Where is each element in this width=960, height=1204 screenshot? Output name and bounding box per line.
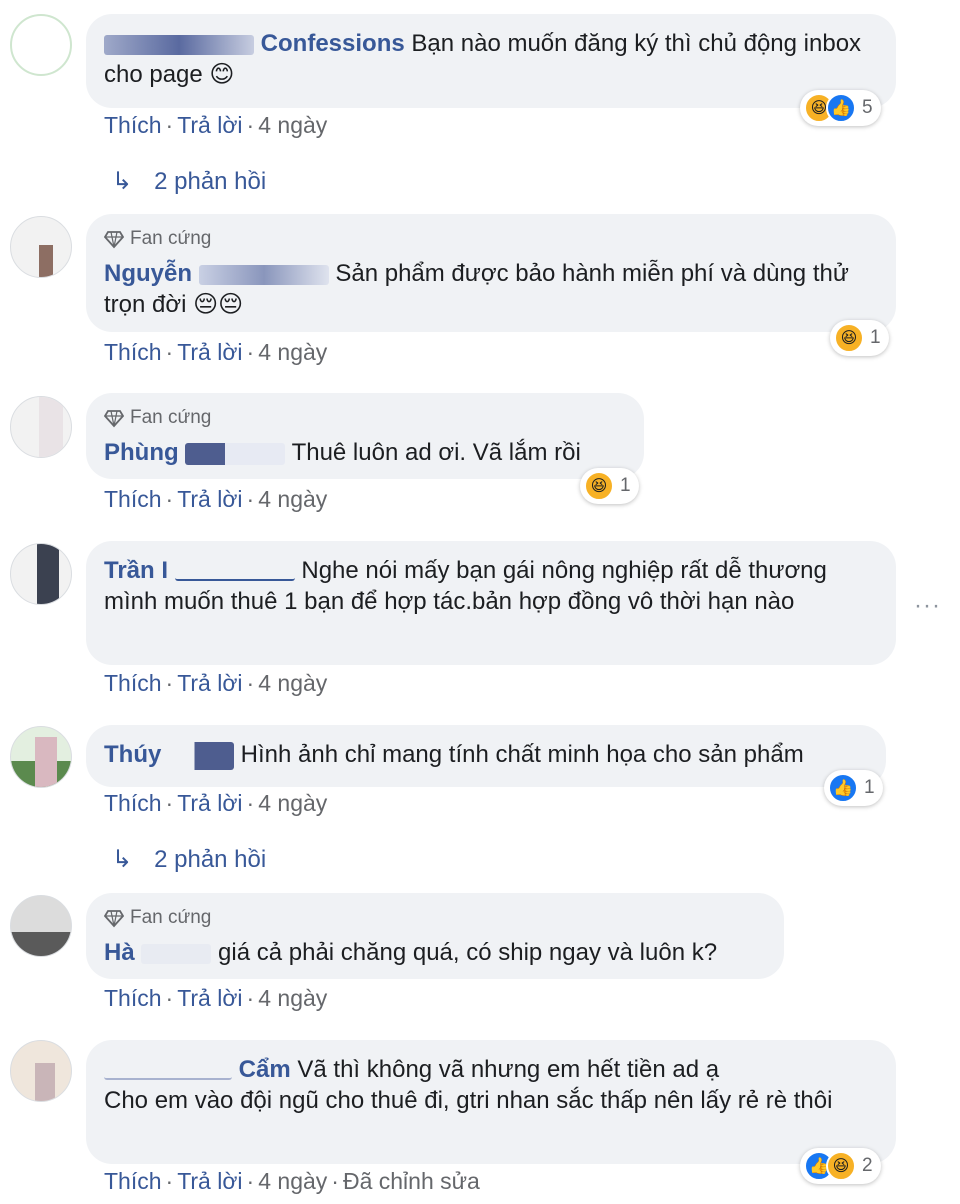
comment-time[interactable]: 4 ngày <box>258 112 327 138</box>
comment-bubble: Fan cứng Phùng Thuê luôn ad ơi. Vã lắm r… <box>86 393 644 479</box>
diamond-icon <box>104 910 124 928</box>
reaction-count: 1 <box>864 777 875 798</box>
avatar[interactable] <box>10 396 72 458</box>
comment-bubble: Cẩm Vã thì không vã nhưng em hết tiền ad… <box>86 1040 896 1164</box>
comment-time[interactable]: 4 ngày <box>258 790 327 816</box>
comment-bubble: Fan cứng Hà giá cả phải chăng quá, có sh… <box>86 893 784 979</box>
comment-author[interactable]: Thúy <box>104 741 161 768</box>
reply-link[interactable]: Trả lời <box>177 790 242 816</box>
view-replies[interactable]: ↳ 2 phản hồi <box>112 845 266 874</box>
reaction-summary[interactable]: 😆 1 <box>580 468 639 504</box>
comment-author[interactable]: Confessions <box>261 30 405 57</box>
like-link[interactable]: Thích <box>104 112 162 138</box>
like-link[interactable]: Thích <box>104 790 162 816</box>
comment-text: Vã thì không vã nhưng em hết tiền ad ạ <box>297 1056 720 1083</box>
comment-text: Cho em vào đội ngũ cho thuê đi, gtri nha… <box>104 1087 833 1114</box>
reaction-summary[interactable]: 😆 👍 5 <box>800 90 881 126</box>
laughing-face-icon: 😆 <box>834 323 864 353</box>
comment-actions: Thích · Trả lời · 4 ngày <box>104 670 328 696</box>
laughing-face-icon: 😆 <box>584 471 614 501</box>
redacted-name <box>141 943 212 964</box>
comment-actions: Thích · Trả lời · 4 ngày · Đã chỉnh sửa <box>104 1168 480 1194</box>
more-dots-icon[interactable]: ··· <box>914 592 941 620</box>
laughing-face-icon: 😆 <box>826 1151 856 1181</box>
comment-bubble: Confessions Bạn nào muốn đăng ký thì chủ… <box>86 14 896 108</box>
like-link[interactable]: Thích <box>104 670 162 696</box>
like-link[interactable]: Thích <box>104 1168 162 1194</box>
thumbs-up-icon: 👍 <box>826 93 856 123</box>
fan-badge: Fan cứng <box>104 407 626 429</box>
view-replies[interactable]: ↳ 2 phản hồi <box>112 167 266 196</box>
redacted-name <box>104 1062 232 1080</box>
reply-link[interactable]: Trả lời <box>177 985 242 1011</box>
reaction-summary[interactable]: 👍 😆 2 <box>800 1148 881 1184</box>
reply-arrow-icon: ↳ <box>112 168 133 195</box>
comment-time[interactable]: 4 ngày <box>258 339 327 365</box>
like-link[interactable]: Thích <box>104 985 162 1011</box>
like-link[interactable]: Thích <box>104 486 162 512</box>
comment-actions: Thích · Trả lời · 4 ngày <box>104 790 328 816</box>
reaction-count: 2 <box>862 1155 873 1176</box>
replies-count[interactable]: 2 phản hồi <box>154 846 266 874</box>
avatar[interactable] <box>10 726 72 788</box>
reaction-count: 5 <box>862 97 873 118</box>
avatar[interactable] <box>10 14 72 76</box>
comment-actions: Thích · Trả lời · 4 ngày <box>104 985 328 1011</box>
replies-count[interactable]: 2 phản hồi <box>154 168 266 196</box>
comment-time[interactable]: 4 ngày <box>258 1168 327 1194</box>
like-link[interactable]: Thích <box>104 339 162 365</box>
comment-text: Thuê luôn ad ơi. Vã lắm rồi <box>291 439 581 466</box>
avatar[interactable] <box>10 1040 72 1102</box>
reply-link[interactable]: Trả lời <box>177 670 242 696</box>
reply-link[interactable]: Trả lời <box>177 339 242 365</box>
comment-time[interactable]: 4 ngày <box>258 985 327 1011</box>
reply-arrow-icon: ↳ <box>112 846 133 873</box>
reaction-count: 1 <box>620 475 631 496</box>
avatar[interactable] <box>10 216 72 278</box>
reply-link[interactable]: Trả lời <box>177 1168 242 1194</box>
reaction-summary[interactable]: 😆 1 <box>830 320 889 356</box>
thumbs-up-icon: 👍 <box>828 773 858 803</box>
avatar[interactable] <box>10 543 72 605</box>
comment-bubble: Trần I Nghe nói mấy bạn gái nông nghiệp … <box>86 541 896 665</box>
redacted-name <box>185 442 286 465</box>
reply-link[interactable]: Trả lời <box>177 486 242 512</box>
avatar[interactable] <box>10 895 72 957</box>
redacted-name <box>198 264 329 285</box>
comment-author[interactable]: Phùng <box>104 439 179 466</box>
reaction-summary[interactable]: 👍 1 <box>824 770 883 806</box>
comment-actions: Thích · Trả lời · 4 ngày <box>104 486 328 512</box>
comment-bubble: Fan cứng Nguyễn Sản phẩm được bảo hành m… <box>86 214 896 332</box>
comment-author[interactable]: Hà <box>104 939 135 966</box>
comment-author[interactable]: Nguyễn <box>104 260 192 287</box>
comment-text: Hình ảnh chỉ mang tính chất minh họa cho… <box>240 741 804 768</box>
diamond-icon <box>104 231 124 249</box>
redacted-name <box>104 34 254 55</box>
comment-bubble: Thúy Hình ảnh chỉ mang tính chất minh họ… <box>86 725 886 787</box>
comment-author[interactable]: Cẩm <box>239 1056 291 1083</box>
diamond-icon <box>104 410 124 428</box>
redacted-name <box>174 563 295 581</box>
fan-badge: Fan cứng <box>104 907 766 929</box>
fan-badge: Fan cứng <box>104 228 878 250</box>
edited-label[interactable]: Đã chỉnh sửa <box>343 1168 480 1194</box>
comment-text: giá cả phải chăng quá, có ship ngay và l… <box>218 939 718 966</box>
comment-time[interactable]: 4 ngày <box>258 486 327 512</box>
comment-time[interactable]: 4 ngày <box>258 670 327 696</box>
reaction-count: 1 <box>870 327 881 348</box>
comment-actions: Thích · Trả lời · 4 ngày <box>104 339 328 365</box>
comment-author[interactable]: Trần I <box>104 557 168 584</box>
redacted-name <box>168 741 234 770</box>
reply-link[interactable]: Trả lời <box>177 112 242 138</box>
comment-actions: Thích · Trả lời · 4 ngày <box>104 112 328 138</box>
